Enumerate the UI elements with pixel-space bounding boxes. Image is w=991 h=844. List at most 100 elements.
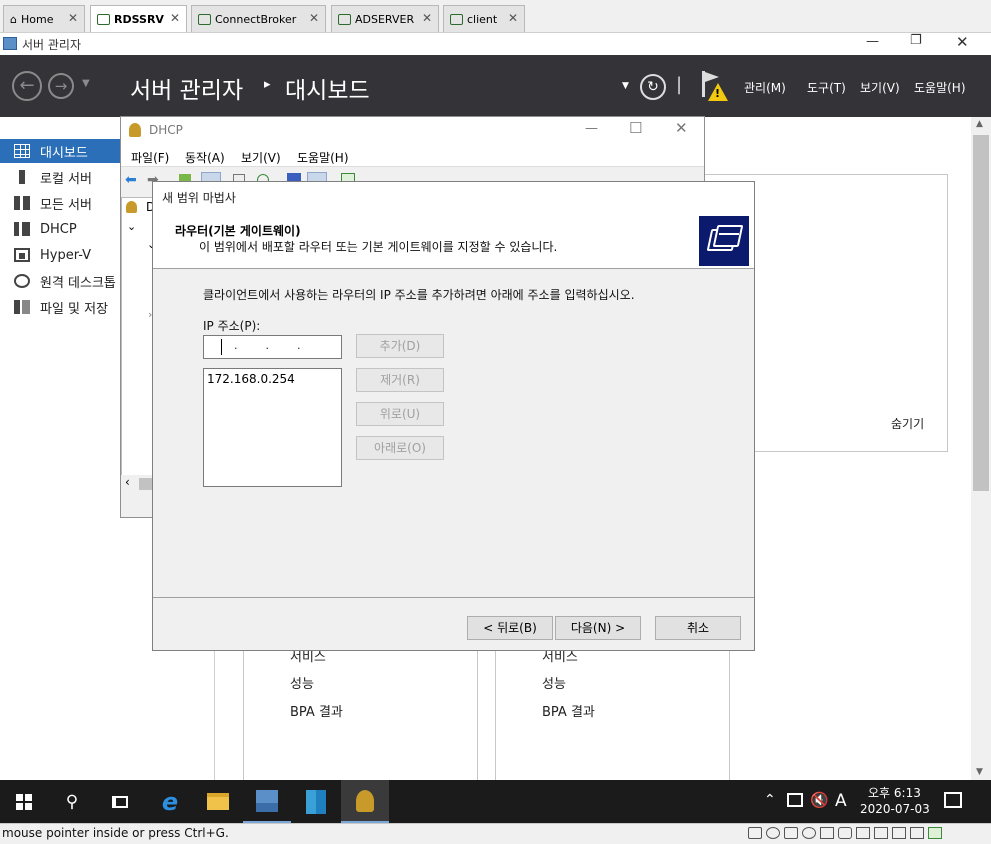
tile-item-performance[interactable]: 성능 — [542, 673, 566, 692]
menu-help[interactable]: 도움말(H) — [914, 79, 966, 96]
history-dropdown-icon[interactable]: ▼ — [82, 78, 90, 89]
scroll-down-icon[interactable]: ▼ — [976, 767, 983, 777]
back-arrow-icon[interactable]: ⬅ — [125, 172, 137, 188]
menu-action[interactable]: 동작(A) — [185, 149, 225, 166]
optical-icon[interactable] — [802, 827, 816, 839]
router-list-item[interactable]: 172.168.0.254 — [207, 372, 295, 386]
hostkey-icon[interactable] — [928, 827, 942, 839]
network-icon[interactable] — [820, 827, 834, 839]
sidebar-item-all-servers[interactable]: 모든 서버 — [0, 191, 122, 215]
scroll-thumb[interactable] — [973, 135, 989, 491]
sidebar-item-dhcp[interactable]: DHCP — [0, 217, 122, 241]
restore-button[interactable]: ❐ — [910, 33, 922, 48]
tab-label: client — [467, 12, 498, 26]
minimize-button[interactable]: — — [585, 121, 598, 136]
remove-button[interactable]: 제거(R) — [356, 368, 444, 392]
hdd-icon[interactable] — [748, 827, 762, 839]
sidebar-item-label: 대시보드 — [40, 145, 88, 161]
cancel-button[interactable]: 취소 — [655, 616, 741, 640]
dhcp-app-icon — [356, 789, 374, 812]
minimize-button[interactable]: — — [866, 34, 879, 49]
rds-taskbar-button[interactable] — [292, 780, 340, 823]
tile-item-bpa[interactable]: BPA 결과 — [542, 701, 595, 720]
ime-indicator[interactable]: A — [835, 791, 847, 811]
menu-file[interactable]: 파일(F) — [131, 149, 169, 166]
dhcp-taskbar-button[interactable] — [341, 780, 389, 823]
maximize-button[interactable]: ☐ — [629, 119, 642, 137]
breadcrumb-page: 대시보드 — [285, 78, 370, 104]
wizard-header-desc: 이 범위에서 배포할 라우터 또는 기본 게이트웨이를 지정할 수 있습니다. — [199, 240, 558, 254]
clock-time[interactable]: 오후 6:13 — [868, 784, 921, 801]
back-button[interactable]: < 뒤로(B) — [467, 616, 553, 640]
next-button[interactable]: 다음(N) > — [555, 616, 641, 640]
disk-icon[interactable] — [784, 827, 798, 839]
text-cursor — [221, 339, 222, 355]
host-tab-bar: ⌂ Home ✕ RDSSRV ✕ ConnectBroker ✕ ADSERV… — [0, 0, 991, 33]
sidebar-item-label: Hyper-V — [40, 247, 92, 263]
display-icon[interactable] — [892, 827, 906, 839]
add-button[interactable]: 추가(D) — [356, 334, 444, 358]
router-list[interactable]: 172.168.0.254 — [203, 368, 342, 487]
close-icon[interactable]: ✕ — [508, 11, 518, 25]
ie-button[interactable]: e — [146, 780, 194, 823]
menu-view[interactable]: 보기(V) — [241, 149, 281, 166]
wizard-footer-divider — [153, 597, 754, 598]
task-view-button[interactable] — [96, 780, 144, 823]
move-up-button[interactable]: 위로(U) — [356, 402, 444, 426]
back-button[interactable]: ← — [12, 71, 42, 101]
menu-manage[interactable]: 관리(M) — [744, 79, 786, 96]
home-icon: ⌂ — [10, 12, 17, 26]
menu-tools[interactable]: 도구(T) — [807, 79, 846, 96]
clock-date[interactable]: 2020-07-03 — [860, 802, 930, 816]
tab-connectbroker[interactable]: ConnectBroker ✕ — [191, 5, 326, 32]
refresh-dropdown-icon[interactable]: ▼ — [622, 81, 629, 91]
tray-overflow-icon[interactable]: ⌃ — [764, 792, 776, 808]
tab-home[interactable]: ⌂ Home ✕ — [3, 5, 85, 32]
scroll-up-icon[interactable]: ▲ — [976, 119, 983, 129]
search-button[interactable]: ⚲ — [48, 780, 96, 823]
move-down-button[interactable]: 아래로(O) — [356, 436, 444, 460]
close-button[interactable]: ✕ — [675, 119, 688, 137]
cd-icon[interactable] — [766, 827, 780, 839]
recording-icon[interactable] — [910, 827, 924, 839]
hide-link[interactable]: 숨기기 — [891, 415, 924, 432]
scroll-left-icon[interactable]: ‹ — [125, 475, 130, 489]
volume-muted-icon[interactable]: 🔇 — [810, 791, 829, 809]
menu-help[interactable]: 도움말(H) — [297, 149, 349, 166]
usb-icon[interactable] — [838, 827, 852, 839]
start-button[interactable] — [0, 780, 48, 823]
ip-address-input[interactable]: . . . — [203, 335, 342, 359]
sidebar-item-hyperv[interactable]: Hyper-V — [0, 243, 122, 267]
notifications-flag-icon[interactable]: ! — [700, 71, 730, 105]
menu-view[interactable]: 보기(V) — [860, 79, 900, 96]
main-scrollbar[interactable]: ▲ ▼ — [971, 117, 991, 780]
forward-button[interactable]: → — [48, 73, 74, 99]
action-center-icon[interactable] — [944, 792, 962, 808]
tile-item-bpa[interactable]: BPA 결과 — [290, 701, 343, 720]
file-storage-icon — [14, 300, 30, 314]
audio-icon[interactable] — [856, 827, 870, 839]
tab-rdssrv[interactable]: RDSSRV ✕ — [90, 5, 187, 32]
all-servers-icon — [14, 196, 30, 210]
close-icon[interactable]: ✕ — [170, 11, 180, 25]
close-icon[interactable]: ✕ — [422, 11, 432, 25]
tab-label: ADSERVER — [355, 12, 415, 26]
shared-folder-icon[interactable] — [874, 827, 888, 839]
sidebar-item-remote-desktop[interactable]: 원격 데스크톱 — [0, 269, 122, 293]
scroll-thumb[interactable] — [139, 478, 153, 490]
sidebar-item-local-server[interactable]: 로컬 서버 — [0, 165, 122, 189]
refresh-icon[interactable]: ↻ — [640, 74, 666, 100]
close-icon[interactable]: ✕ — [309, 11, 319, 25]
close-icon[interactable]: ✕ — [68, 11, 78, 25]
sidebar-item-dashboard[interactable]: 대시보드 — [0, 139, 122, 163]
network-icon[interactable] — [787, 793, 803, 807]
explorer-button[interactable] — [194, 780, 242, 823]
dhcp-hscrollbar[interactable]: ‹ — [121, 475, 154, 493]
sidebar-item-file-storage[interactable]: 파일 및 저장 — [0, 295, 122, 319]
close-button[interactable]: ✕ — [956, 33, 969, 51]
tab-adserver[interactable]: ADSERVER ✕ — [331, 5, 439, 32]
tab-client[interactable]: client ✕ — [443, 5, 525, 32]
server-manager-taskbar-button[interactable] — [243, 780, 291, 823]
tile-item-performance[interactable]: 성능 — [290, 673, 314, 692]
expand-icon[interactable]: ⌄ — [127, 220, 136, 233]
